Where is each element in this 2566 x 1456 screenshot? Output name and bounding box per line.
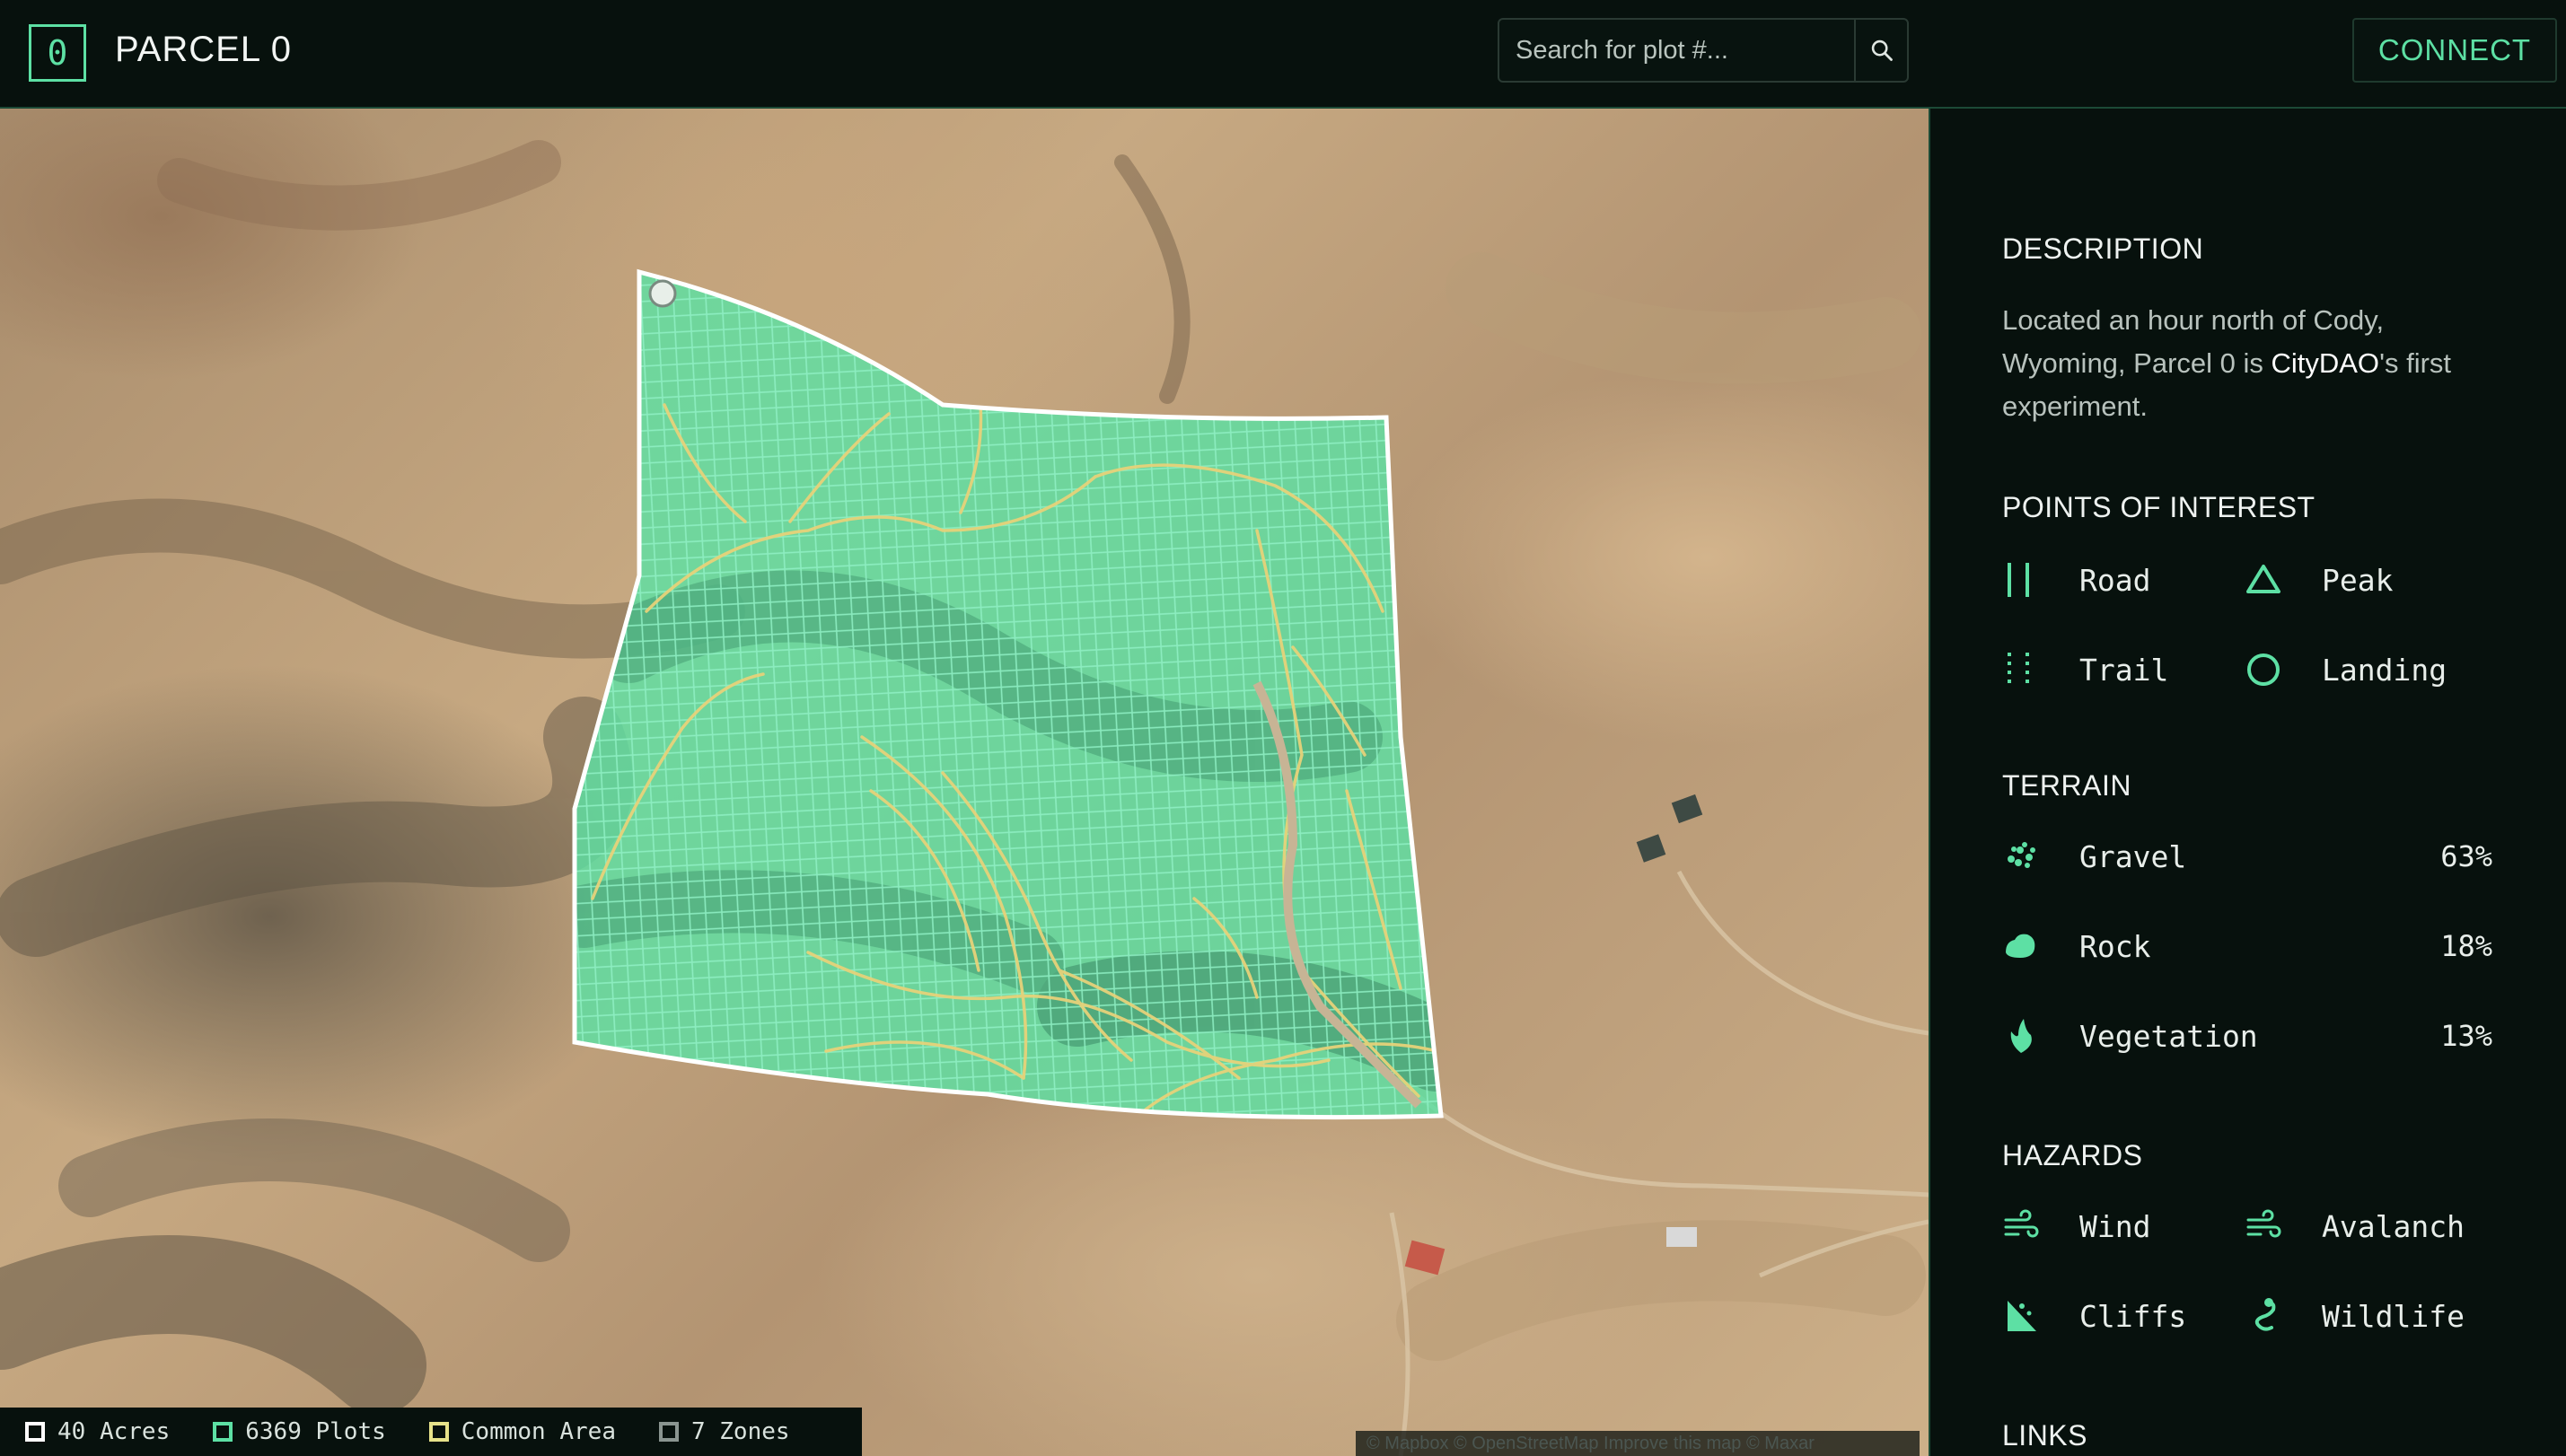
terrain-gravel-value: 63%: [2440, 839, 2492, 873]
hazard-label: Cliffs: [2079, 1298, 2187, 1334]
terrain-label: Gravel: [2079, 838, 2187, 874]
landing-marker-icon[interactable]: [648, 279, 677, 308]
citydao-link: CityDAO: [2271, 347, 2380, 379]
terrain-rock-value: 18%: [2440, 929, 2492, 963]
poi-peak[interactable]: Peak: [2245, 561, 2393, 599]
gravel-icon: [2002, 838, 2040, 875]
terrain-vegetation[interactable]: Vegetation: [2002, 1017, 2258, 1055]
satellite-map[interactable]: 40 Acres 6369 Plots Common Area 7 Zones …: [0, 109, 1929, 1456]
poi-label: Trail: [2079, 652, 2169, 688]
vegetation-icon: [2002, 1017, 2040, 1055]
terrain-layer: [0, 140, 1929, 1456]
hazard-cliffs[interactable]: Cliffs: [2002, 1297, 2186, 1335]
cliffs-icon: [2002, 1297, 2040, 1335]
connect-button[interactable]: CONNECT: [2352, 18, 2557, 83]
avalanche-icon: [2245, 1207, 2282, 1245]
search-input[interactable]: [1499, 20, 1854, 81]
hazard-label: Wind: [2079, 1208, 2151, 1244]
poi-trail[interactable]: Trail: [2002, 651, 2168, 689]
poi-title: POINTS OF INTEREST: [2002, 491, 2316, 523]
parcel-stats-bar: 40 Acres 6369 Plots Common Area 7 Zones: [0, 1408, 862, 1456]
common-area-swatch: [428, 1422, 449, 1442]
terrain-vegetation-value: 13%: [2440, 1019, 2492, 1053]
wind-icon: [2002, 1207, 2040, 1245]
search-icon: [1871, 39, 1893, 61]
search-button[interactable]: [1854, 20, 1907, 81]
peak-icon: [2245, 561, 2282, 599]
poi-landing[interactable]: Landing: [2245, 651, 2447, 689]
stat-zones: 7 Zones: [658, 1418, 790, 1445]
map-attribution[interactable]: © Mapbox © OpenStreetMap Improve this ma…: [1356, 1431, 1920, 1456]
stat-acres: 40 Acres: [25, 1418, 170, 1445]
stat-label: 7 Zones: [690, 1418, 790, 1445]
hazard-label: Wildlife: [2322, 1298, 2465, 1334]
hazard-label: Avalanch: [2322, 1208, 2465, 1244]
terrain-gravel[interactable]: Gravel: [2002, 838, 2186, 875]
landing-icon: [2245, 651, 2282, 689]
terrain-label: Rock: [2079, 928, 2151, 964]
terrain-rock[interactable]: Rock: [2002, 927, 2150, 965]
plots-swatch: [213, 1422, 233, 1442]
terrain-label: Vegetation: [2079, 1018, 2258, 1054]
description-text: Located an hour north of Cody, Wyoming, …: [2002, 299, 2505, 428]
top-bar: 0 PARCEL 0 CONNECT: [0, 0, 2566, 109]
plot-search: [1498, 18, 1909, 83]
zones-swatch: [658, 1422, 679, 1442]
rock-icon: [2002, 927, 2040, 965]
trail-icon: [2002, 651, 2040, 689]
terrain-title: TERRAIN: [2002, 769, 2131, 802]
logo-icon[interactable]: 0: [29, 24, 86, 82]
app-title: PARCEL 0: [115, 30, 292, 69]
stat-label: 6369 Plots: [245, 1418, 386, 1445]
poi-road[interactable]: Road: [2002, 561, 2150, 599]
hazard-avalanche[interactable]: Avalanch: [2245, 1207, 2465, 1245]
acres-swatch: [25, 1422, 45, 1442]
stat-common-area: Common Area: [428, 1418, 616, 1445]
hazard-wildlife[interactable]: Wildlife: [2245, 1297, 2465, 1335]
poi-label: Peak: [2322, 562, 2394, 598]
wildlife-icon: [2245, 1297, 2282, 1335]
parcel-area[interactable]: [539, 243, 1481, 1141]
poi-label: Road: [2079, 562, 2151, 598]
info-sidebar[interactable]: DESCRIPTION Located an hour north of Cod…: [1929, 109, 2566, 1456]
road-icon: [2002, 561, 2040, 599]
links-title: LINKS: [2002, 1419, 2087, 1452]
poi-label: Landing: [2322, 652, 2447, 688]
hazards-title: HAZARDS: [2002, 1139, 2143, 1171]
description-title: DESCRIPTION: [2002, 232, 2204, 265]
stat-plots: 6369 Plots: [213, 1418, 386, 1445]
hazard-wind[interactable]: Wind: [2002, 1207, 2150, 1245]
stat-label: Common Area: [461, 1418, 616, 1445]
stat-label: 40 Acres: [57, 1418, 171, 1445]
